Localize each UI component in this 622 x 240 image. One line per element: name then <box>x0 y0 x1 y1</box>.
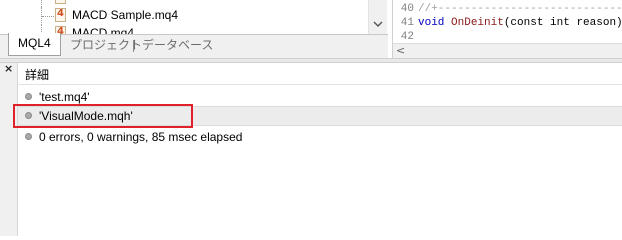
mq4-file-icon: 4 <box>55 0 66 4</box>
message-row[interactable]: 0 errors, 0 warnings, 85 msec elapsed <box>18 127 622 147</box>
code-editor[interactable]: 40 //+-----------------------------------… <box>392 0 622 58</box>
tree-item-label: MACD Sample.mq4 <box>72 8 179 22</box>
tab-database[interactable]: データベース <box>134 35 221 57</box>
line-number: 40 <box>400 3 414 15</box>
code-line[interactable]: 41 void OnDeinit(const int reason) <box>393 16 622 30</box>
mq4-file-icon: 4 <box>55 8 66 22</box>
info-dot-icon <box>25 93 32 100</box>
tree-item-partial[interactable]: 4 <box>0 0 368 7</box>
line-number: 42 <box>400 31 414 43</box>
toolbox-panel: × 詳細 'test.mq4' 'VisualMode.mqh' 0 error… <box>0 63 622 236</box>
line-number: 41 <box>400 17 414 29</box>
file-tree[interactable]: 4 4 MACD Sample.mq4 4 MACD.mq4 <box>0 0 368 34</box>
scroll-left-icon[interactable]: < <box>396 44 405 57</box>
info-dot-icon <box>25 133 32 140</box>
tree-item-label: MACD.mq4 <box>72 26 135 34</box>
code-function-name: OnDeinit <box>451 17 504 29</box>
message-row-selected[interactable]: 'VisualMode.mqh' <box>18 106 622 126</box>
message-text: 'test.mq4' <box>39 90 90 104</box>
message-text: 'VisualMode.mqh' <box>39 109 133 123</box>
editor-horizontal-scrollbar[interactable]: < <box>393 43 622 58</box>
code-comment: //+-------------------------------------… <box>418 3 622 15</box>
chevron-down-icon[interactable] <box>373 21 383 31</box>
column-header-details[interactable]: 詳細 <box>18 65 622 85</box>
toolbox-side-strip: × <box>0 63 18 236</box>
message-row[interactable]: 'test.mq4' <box>18 87 622 107</box>
code-text: (const int reason) <box>503 17 622 29</box>
message-text: 0 errors, 0 warnings, 85 msec elapsed <box>39 130 243 144</box>
info-dot-icon <box>25 112 32 119</box>
code-line[interactable]: 40 //+-----------------------------------… <box>393 2 622 16</box>
tab-mql4[interactable]: MQL4 <box>8 33 61 56</box>
navigator-panel: 4 4 MACD Sample.mq4 4 MACD.mq4 MQL4 プロジェ… <box>0 0 388 58</box>
code-keyword: void <box>418 17 445 29</box>
close-icon[interactable]: × <box>4 63 13 75</box>
tree-vertical-scrollbar[interactable] <box>368 0 387 34</box>
code-line[interactable]: 42 <box>393 30 418 44</box>
tree-item-macd-sample[interactable]: 4 MACD Sample.mq4 <box>0 7 368 25</box>
navigator-tab-bar: MQL4 プロジェクト データベース <box>0 33 388 58</box>
